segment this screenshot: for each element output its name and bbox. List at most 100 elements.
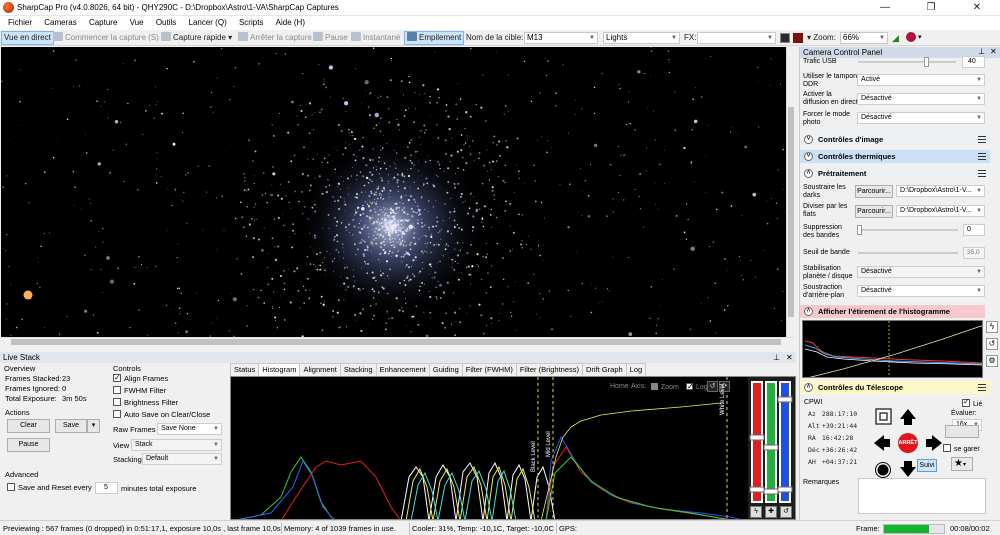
- tab-status[interactable]: Status: [230, 363, 260, 376]
- ddr-buffer-select[interactable]: Activé ▼: [857, 74, 985, 86]
- display-settings-icon[interactable]: [780, 33, 790, 43]
- tab-enhancement[interactable]: Enhancement: [375, 363, 430, 376]
- threshold-value[interactable]: 35,0: [963, 247, 985, 259]
- thermal-controls-section[interactable]: ˅ Contrôles thermiques: [800, 150, 990, 163]
- flash-icon[interactable]: ϟ: [986, 321, 998, 333]
- auto-stretch-icon[interactable]: ϟ: [750, 506, 762, 518]
- image-viewer[interactable]: [1, 47, 795, 337]
- menu-icon[interactable]: [978, 170, 986, 177]
- settings-icon[interactable]: ⚙: [986, 355, 998, 367]
- histogram-zoom-checkbox[interactable]: Zoom: [651, 383, 679, 391]
- tab-filter-brightness[interactable]: Filter (Brightness): [515, 363, 584, 376]
- fwhm-filter-check[interactable]: [113, 386, 121, 394]
- menu-lancer[interactable]: Lancer (Q): [184, 16, 232, 30]
- align-frames-check[interactable]: [113, 373, 121, 382]
- panel-close-icon[interactable]: ✕: [990, 47, 997, 56]
- histogram-tool-icon[interactable]: ◢: [892, 33, 899, 44]
- histogram-log-checkbox[interactable]: Log: [686, 382, 708, 391]
- tab-drift-graph[interactable]: Drift Graph: [582, 363, 627, 376]
- view-select[interactable]: Stack ▼: [131, 439, 222, 451]
- tab-histogram[interactable]: Histogram: [258, 363, 301, 377]
- quick-capture-button[interactable]: Capture rapide ▾: [161, 31, 232, 45]
- menu-scripts[interactable]: Scripts: [234, 16, 268, 30]
- pin-icon[interactable]: ⊥: [773, 352, 780, 363]
- stretch-histogram-graph[interactable]: [802, 320, 983, 378]
- reset-icon[interactable]: ↺: [986, 338, 998, 350]
- browse-darks-button[interactable]: Parcourir...: [855, 185, 893, 198]
- tab-filter-fwhm[interactable]: Filter (FWHM): [461, 363, 517, 376]
- favorites-dropdown[interactable]: ★▾: [951, 457, 973, 471]
- background-subtraction-select[interactable]: Désactivé ▼: [857, 285, 985, 297]
- maximize-button[interactable]: ❐: [908, 0, 954, 16]
- park-checkbox[interactable]: se garer: [943, 444, 980, 454]
- park-check[interactable]: [943, 444, 951, 452]
- save-reset-checkbox[interactable]: Save and Reset every: [7, 483, 92, 492]
- banding-slider[interactable]: [858, 229, 958, 231]
- save-button[interactable]: Save: [55, 419, 87, 433]
- log-check[interactable]: [686, 382, 694, 391]
- menu-icon[interactable]: [978, 384, 986, 391]
- browse-flats-button[interactable]: Parcourir...: [855, 205, 893, 218]
- banding-value[interactable]: 0: [963, 224, 985, 236]
- darks-path-select[interactable]: D:\Dropbox\Astro\1-V... ▼: [896, 185, 985, 197]
- tab-log[interactable]: Log: [625, 363, 647, 376]
- zoom-check[interactable]: [651, 383, 658, 390]
- brightness-filter-check[interactable]: [113, 398, 121, 406]
- tracking-button[interactable]: Suivi: [917, 459, 937, 472]
- add-icon[interactable]: ✚: [765, 506, 777, 518]
- planet-stabilization-select[interactable]: Désactivé ▼: [857, 266, 985, 278]
- viewer-horizontal-scrollbar[interactable]: [1, 337, 795, 346]
- save-reset-check[interactable]: [7, 483, 15, 491]
- threshold-slider[interactable]: [858, 252, 958, 254]
- stack-histogram[interactable]: Home Axis: Zoom Log ↺ ⟳ Black Level Mid …: [230, 376, 796, 520]
- auto-save-check[interactable]: [113, 410, 121, 418]
- fwhm-filter-checkbox[interactable]: FWHM Filter: [113, 386, 166, 395]
- menu-cameras[interactable]: Cameras: [39, 16, 81, 30]
- histogram-home[interactable]: Home: [610, 383, 629, 390]
- menu-aide[interactable]: Aide (H): [271, 16, 310, 30]
- frame-type-combo[interactable]: Lights ▼: [603, 32, 680, 44]
- menu-vue[interactable]: Vue: [125, 16, 149, 30]
- start-capture-button[interactable]: Commencer la capture (S): [53, 31, 159, 45]
- telescope-controls-section[interactable]: ˄ Contrôles du Télescope: [800, 381, 990, 394]
- snapshot-button[interactable]: Instantané: [351, 31, 400, 45]
- stacking-button[interactable]: Empilement: [404, 31, 465, 45]
- stop-slew-button[interactable]: ARRÊT: [898, 433, 918, 453]
- align-frames-checkbox[interactable]: Align Frames: [113, 373, 168, 383]
- auto-save-checkbox[interactable]: Auto Save on Clear/Close: [113, 410, 210, 419]
- zoom-combo[interactable]: 66% ▼: [840, 32, 888, 44]
- histogram-stretch-section[interactable]: ˄ Afficher l'étirement de l'histogramme: [800, 305, 985, 318]
- magnifier-icon[interactable]: [906, 32, 916, 42]
- flats-path-select[interactable]: D:\Dropbox\Astro\1-V... ▼: [896, 205, 985, 217]
- linked-checkbox[interactable]: Lié: [962, 398, 982, 409]
- stacking-mode-select[interactable]: Default ▼: [142, 453, 222, 465]
- menu-icon[interactable]: [978, 136, 986, 143]
- brightness-filter-checkbox[interactable]: Brightness Filter: [113, 398, 178, 407]
- preprocessing-section[interactable]: ˄ Prétraitement: [800, 167, 990, 180]
- chevron-down-icon[interactable]: ▾: [918, 33, 922, 41]
- menu-icon[interactable]: [978, 153, 986, 160]
- zoom-control[interactable]: ▾ Zoom:: [807, 31, 836, 45]
- menu-fichier[interactable]: Fichier: [3, 16, 37, 30]
- menu-outils[interactable]: Outils: [151, 16, 181, 30]
- linked-check[interactable]: [962, 398, 970, 407]
- pause-stack-button[interactable]: Pause: [7, 438, 50, 452]
- pause-button[interactable]: Pause: [313, 31, 348, 45]
- tab-alignment[interactable]: Alignment: [299, 363, 341, 376]
- save-reset-minutes[interactable]: 5: [95, 482, 118, 494]
- reset-levels-icon[interactable]: ↺: [780, 506, 792, 518]
- minimize-button[interactable]: —: [862, 0, 908, 16]
- banding-slider-thumb[interactable]: [857, 225, 862, 235]
- menu-capture[interactable]: Capture: [84, 16, 122, 30]
- histogram-reset-icon[interactable]: ↺: [707, 381, 718, 392]
- fx-combo[interactable]: ▼: [697, 32, 776, 44]
- stop-capture-button[interactable]: Arrêter la capture: [238, 31, 312, 45]
- target-name-combo[interactable]: M13 ▼: [524, 32, 598, 44]
- usb-slider[interactable]: [858, 61, 956, 63]
- photo-mode-select[interactable]: Désactivé ▼: [857, 112, 985, 124]
- raw-frames-select[interactable]: Save None ▼: [157, 423, 222, 435]
- red-filter-icon[interactable]: [793, 33, 803, 43]
- image-controls-section[interactable]: ˅ Contrôles d'image: [800, 133, 990, 146]
- close-button[interactable]: ✕: [954, 0, 1000, 16]
- usb-slider-thumb[interactable]: [924, 57, 929, 67]
